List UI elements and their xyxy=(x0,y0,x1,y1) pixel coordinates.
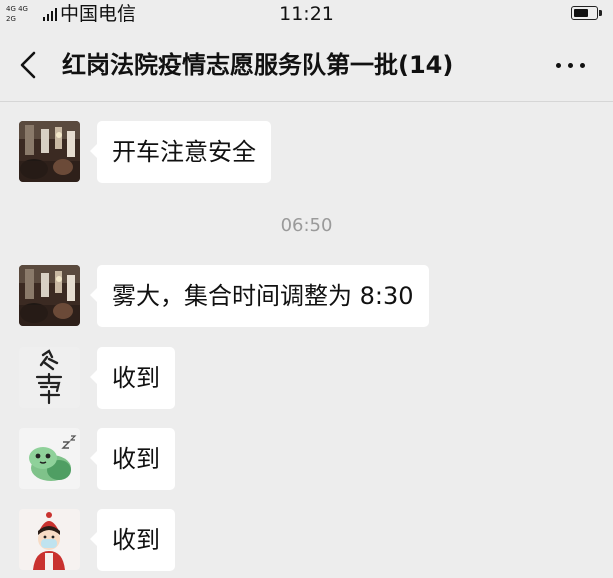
chat-header: 红岗法院疫情志愿服务队第一批(14) xyxy=(0,28,613,102)
battery-level xyxy=(574,9,588,17)
message-text: 收到 xyxy=(112,526,160,554)
cartoon-girl-avatar-icon[interactable] xyxy=(19,509,80,570)
message-bubble[interactable]: 收到 xyxy=(90,347,175,409)
message-timestamp: 06:50 xyxy=(280,215,333,236)
status-time: 11:21 xyxy=(279,3,334,25)
message-text: 收到 xyxy=(112,364,160,392)
chat-message-list[interactable]: 开车注意安全 06:50 雾大，集合时间调整为 8:30 收到 收到 收到 xyxy=(0,102,613,578)
message-bubble[interactable]: 收到 xyxy=(90,509,175,571)
photo-avatar-icon[interactable] xyxy=(19,265,80,326)
chevron-left-icon xyxy=(20,51,36,79)
battery-cap xyxy=(599,10,602,16)
message-text: 开车注意安全 xyxy=(112,138,256,166)
photo-avatar-icon[interactable] xyxy=(19,121,80,182)
message-text: 收到 xyxy=(112,445,160,473)
status-bar: 4G 4G 2G 中国电信 11:21 xyxy=(0,0,613,28)
chat-title: 红岗法院疫情志愿服务队第一批(14) xyxy=(62,51,454,79)
message-text: 雾大，集合时间调整为 8:30 xyxy=(112,282,414,310)
back-button[interactable] xyxy=(12,48,46,82)
message-bubble[interactable]: 雾大，集合时间调整为 8:30 xyxy=(90,265,429,327)
calligraphy-avatar-icon[interactable] xyxy=(19,347,80,408)
cartoon-frog-avatar-icon[interactable] xyxy=(19,428,80,489)
more-button[interactable] xyxy=(552,50,590,80)
message-bubble[interactable]: 收到 xyxy=(90,428,175,490)
battery-icon xyxy=(571,6,598,20)
message-bubble[interactable]: 开车注意安全 xyxy=(90,121,271,183)
